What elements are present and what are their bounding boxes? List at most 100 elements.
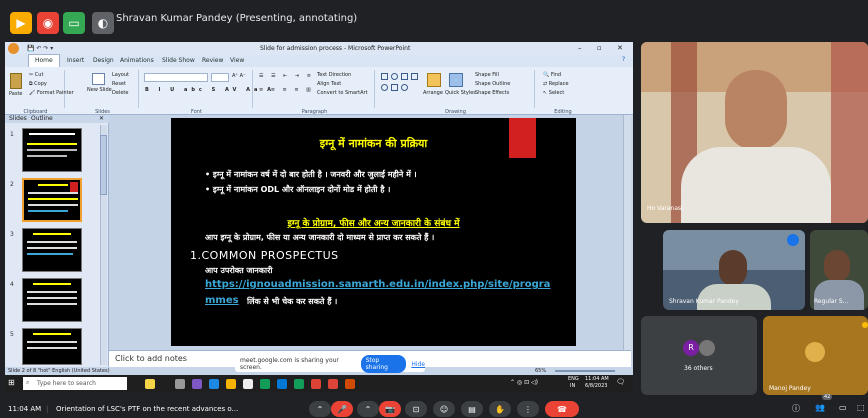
close-icon[interactable]: ✕	[617, 44, 623, 52]
close-pane-icon[interactable]: ✕	[99, 115, 104, 122]
info-icon[interactable]: ⓘ	[792, 403, 800, 414]
zoom-level[interactable]: 65%	[535, 368, 546, 374]
tab-view[interactable]: View	[230, 57, 244, 64]
edge-icon[interactable]	[260, 379, 270, 389]
slide-thumbnail-5[interactable]	[22, 328, 82, 365]
zoom-slider[interactable]	[555, 370, 615, 372]
new-slide-icon[interactable]	[92, 73, 105, 85]
camera-options-icon[interactable]: ⌃	[357, 401, 379, 417]
system-tray-icons[interactable]: ⌃ ◎ ⊡ ◁)	[510, 379, 538, 386]
arrange-icon[interactable]	[427, 73, 441, 87]
quick-access-icons[interactable]: 💾 ↶ ↷ ▾	[27, 45, 53, 52]
people-icon[interactable]: 👥	[815, 403, 825, 412]
captions-icon[interactable]: ▤	[461, 401, 483, 417]
present-icon[interactable]: ▶	[10, 12, 32, 34]
find-button[interactable]: 🔍 Find	[543, 72, 561, 78]
shape-rect2-icon[interactable]	[401, 73, 408, 80]
stop-sharing-button[interactable]: Stop sharing	[360, 355, 407, 373]
reactions-icon[interactable]: ☺	[433, 401, 455, 417]
quick-styles-button[interactable]: Quick Styles	[445, 90, 476, 96]
cut-button[interactable]: ✂ Cut	[29, 72, 43, 78]
taskbar-search-input[interactable]: ⌕ Type here to search	[23, 377, 127, 390]
slides-tab[interactable]: Slides	[9, 115, 27, 122]
shape-rect-icon[interactable]	[381, 73, 388, 80]
grow-font-icon[interactable]: A⁺ A⁻	[232, 73, 246, 79]
slide-scrollbar[interactable]	[623, 115, 631, 350]
copy-button[interactable]: ⧉ Copy	[29, 81, 47, 87]
current-slide[interactable]: इग्नू में नामांकन की प्रक्रिया • इग्नू म…	[171, 118, 576, 346]
task-view-icon[interactable]	[175, 379, 185, 389]
layout-button[interactable]: Layout	[112, 72, 129, 78]
record-icon[interactable]: ◉	[37, 12, 59, 34]
help-icon[interactable]: ?	[622, 56, 625, 63]
replace-button[interactable]: ⇄ Replace	[543, 81, 569, 87]
taskbar-app-icon[interactable]	[145, 379, 155, 389]
chat-icon[interactable]: ▭	[839, 403, 847, 412]
taskbar-app-icon[interactable]	[209, 379, 219, 389]
participant-tile-regular[interactable]: Regular S...	[810, 230, 868, 310]
tab-home[interactable]: Home	[35, 57, 53, 64]
camera-toggle-icon[interactable]: 📷	[379, 401, 401, 417]
raise-hand-icon[interactable]: ✋	[489, 401, 511, 417]
present-screen-icon[interactable]: ⊡	[405, 401, 427, 417]
paste-icon[interactable]	[10, 73, 22, 89]
new-slide-button[interactable]: New Slide	[87, 87, 112, 93]
shape-arrow-icon[interactable]	[391, 84, 398, 91]
taskbar-app-icon[interactable]	[243, 379, 253, 389]
arrange-button[interactable]: Arrange	[423, 90, 443, 96]
taskbar-app-icon[interactable]	[192, 379, 202, 389]
shape-circle-icon[interactable]	[381, 84, 388, 91]
clock-time[interactable]: 11:04 AM	[585, 376, 609, 382]
pane-scroll-thumb[interactable]	[100, 135, 107, 195]
select-button[interactable]: ↖ Select	[543, 90, 564, 96]
slide-thumbnail-2[interactable]	[22, 178, 82, 222]
others-tile[interactable]: R 36 others	[641, 316, 757, 395]
align-buttons[interactable]: ≡ ≡ ≡ ≡ ▥	[259, 87, 314, 93]
shape-star-icon[interactable]	[401, 84, 408, 91]
tab-review[interactable]: Review	[202, 57, 223, 64]
mic-options-icon[interactable]: ⌃	[309, 401, 331, 417]
file-explorer-icon[interactable]	[226, 379, 236, 389]
slide-thumbnail-1[interactable]	[22, 128, 82, 172]
mic-toggle-icon[interactable]: 🎤	[331, 401, 353, 417]
quick-styles-icon[interactable]	[449, 73, 463, 87]
notification-icon[interactable]: 🗨	[616, 378, 625, 386]
leave-call-icon[interactable]: ☎	[545, 401, 579, 417]
language-indicator[interactable]: ENG	[568, 376, 579, 382]
participant-tile-manoj[interactable]: Manoj Pandey	[763, 316, 868, 395]
participant-tile-shravan[interactable]: Shravan Kumar Pandey	[663, 230, 805, 310]
shape-rect3-icon[interactable]	[411, 73, 418, 80]
hide-banner-button[interactable]: Hide	[411, 361, 425, 368]
screen-share-icon[interactable]: ▭	[63, 12, 85, 34]
font-name-dropdown[interactable]	[144, 73, 208, 82]
slide-url-line-2[interactable]: mmes	[205, 295, 239, 306]
paste-button[interactable]: Paste	[9, 91, 23, 97]
shape-outline-button[interactable]: Shape Outline	[475, 81, 510, 87]
delete-button[interactable]: Delete	[112, 90, 128, 96]
text-direction-button[interactable]: Text Direction	[317, 72, 351, 78]
tab-design[interactable]: Design	[93, 57, 114, 64]
slide-url-line-1[interactable]: https://ignouadmission.samarth.edu.in/in…	[205, 279, 550, 290]
slide-thumbnail-3[interactable]	[22, 228, 82, 272]
list-buttons[interactable]: ☰ ☰ ⇤ ⇥ ≡	[259, 73, 314, 79]
tab-insert[interactable]: Insert	[67, 57, 84, 64]
powerpoint-icon[interactable]	[345, 379, 355, 389]
font-size-dropdown[interactable]	[211, 73, 229, 82]
chrome-icon[interactable]	[328, 379, 338, 389]
chrome-icon[interactable]	[311, 379, 321, 389]
shape-oval-icon[interactable]	[391, 73, 398, 80]
taskbar-app-icon[interactable]	[294, 379, 304, 389]
outline-tab[interactable]: Outline	[31, 115, 53, 122]
convert-smartart-button[interactable]: Convert to SmartArt	[317, 90, 368, 96]
minimize-icon[interactable]: –	[578, 44, 582, 52]
more-options-icon[interactable]: ⋮	[517, 401, 539, 417]
shape-fill-button[interactable]: Shape Fill	[475, 72, 499, 78]
tab-slide-show[interactable]: Slide Show	[162, 57, 195, 64]
main-speaker-tile[interactable]: Ho Varanasi	[641, 42, 868, 223]
windows-start-icon[interactable]: ⊞	[8, 378, 15, 387]
slide-thumbnail-4[interactable]	[22, 278, 82, 322]
office-button-icon[interactable]	[8, 43, 19, 54]
align-text-button[interactable]: Align Text	[317, 81, 341, 87]
shape-effects-button[interactable]: Shape Effects	[475, 90, 509, 96]
tab-animations[interactable]: Animations	[120, 57, 154, 64]
